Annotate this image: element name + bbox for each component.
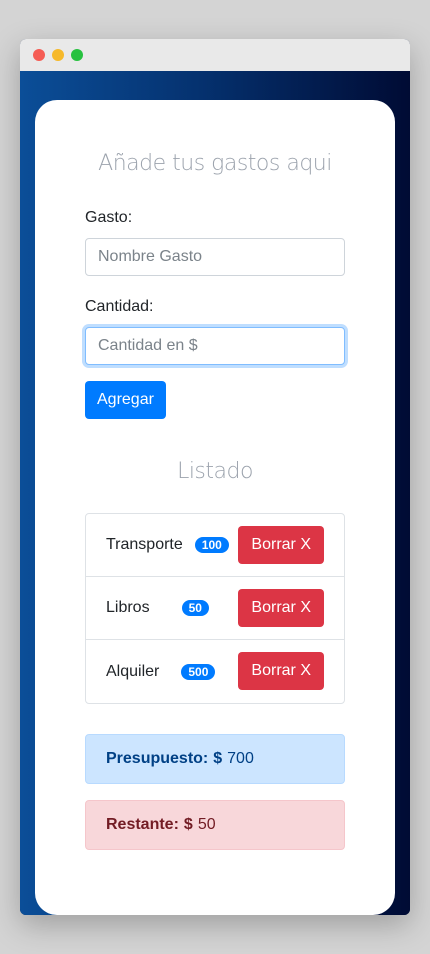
window-titlebar (20, 39, 410, 71)
cantidad-input[interactable] (85, 327, 345, 365)
expense-list: Transporte 100 Borrar X Libros 50 Borrar… (85, 513, 345, 704)
expense-name: Transporte (106, 536, 183, 553)
cantidad-label: Cantidad: (85, 298, 154, 315)
list-item: Transporte 100 Borrar X (86, 514, 344, 577)
presupuesto-alert: Presupuesto: $ 700 (85, 734, 345, 784)
listado-title: Listado (177, 459, 253, 484)
restante-alert: Restante: $ 50 (85, 800, 345, 850)
borrar-button[interactable]: Borrar X (238, 526, 324, 564)
browser-window: Añade tus gastos aqui Gasto: Cantidad: A… (20, 39, 410, 915)
expense-amount-badge: 50 (181, 600, 209, 616)
expense-name: Libros (106, 599, 150, 616)
borrar-button[interactable]: Borrar X (238, 589, 324, 627)
gasto-input[interactable] (85, 238, 345, 276)
borrar-button[interactable]: Borrar X (238, 652, 324, 690)
presupuesto-value: 700 (227, 750, 254, 767)
list-item: Alquiler 500 Borrar X (86, 640, 344, 703)
restante-label: Restante: (106, 816, 179, 833)
main-card: Añade tus gastos aqui Gasto: Cantidad: A… (35, 100, 395, 915)
presupuesto-currency: $ (213, 750, 223, 767)
expense-amount-badge: 500 (181, 663, 216, 680)
list-item: Libros 50 Borrar X (86, 577, 344, 640)
presupuesto-label: Presupuesto: (106, 750, 209, 767)
expense-amount-badge: 100 (194, 537, 229, 553)
close-window-icon[interactable] (33, 49, 45, 61)
expense-name: Alquiler (106, 662, 160, 680)
page-background: Añade tus gastos aqui Gasto: Cantidad: A… (20, 71, 410, 915)
restante-currency: $ (183, 816, 193, 833)
gasto-label: Gasto: (85, 209, 133, 226)
form-title: Añade tus gastos aqui (98, 151, 332, 176)
maximize-window-icon[interactable] (71, 49, 83, 61)
restante-value: 50 (197, 816, 216, 833)
agregar-button[interactable]: Agregar (85, 381, 166, 419)
minimize-window-icon[interactable] (52, 49, 64, 61)
